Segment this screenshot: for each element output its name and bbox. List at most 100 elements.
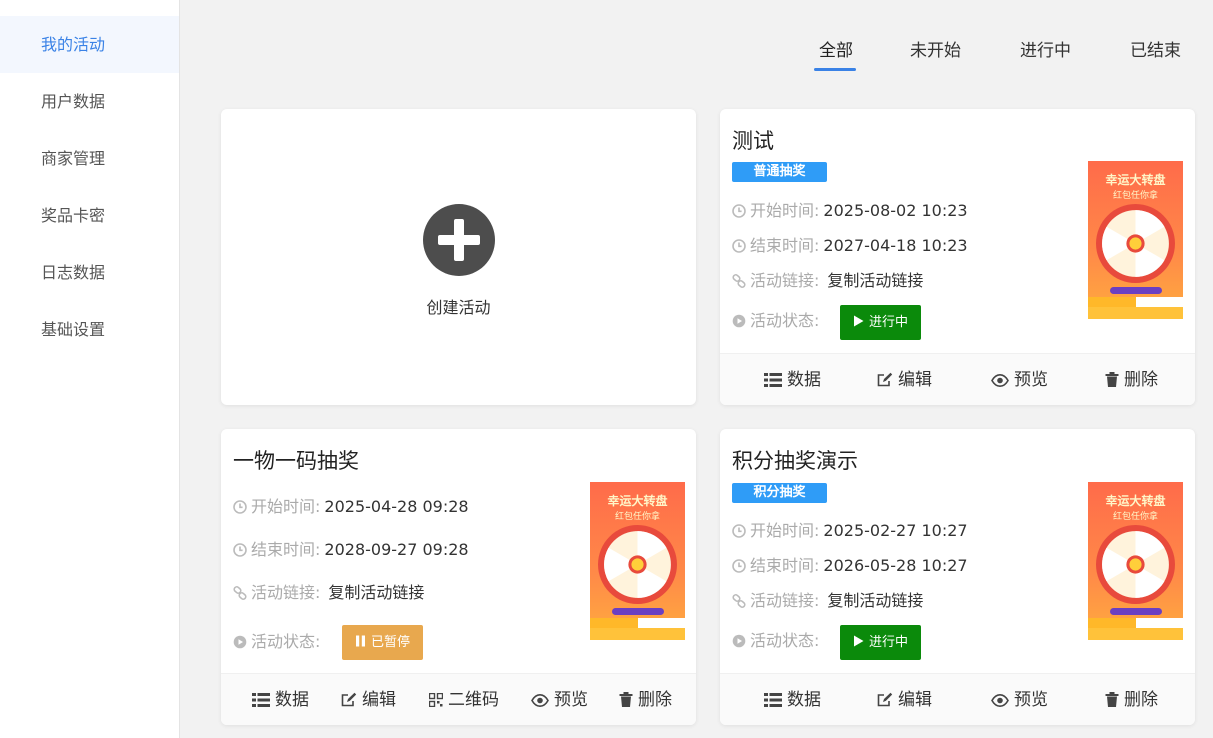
pause-icon [356, 635, 365, 647]
trash-icon [1105, 372, 1119, 387]
clock-icon [732, 239, 746, 253]
status-running-button[interactable]: 进行中 [840, 305, 922, 340]
end-time-value: 2026-05-28 10:27 [823, 556, 968, 575]
activity-link-label: 活动链接: [750, 591, 820, 610]
start-time-label: 开始时间: [750, 201, 820, 220]
qrcode-button[interactable]: 二维码 [429, 674, 499, 725]
thumbnail-title: 幸运大转盘 [1105, 494, 1166, 508]
trash-icon [619, 692, 633, 707]
tab-active-indicator [814, 68, 856, 71]
activity-link-row: 活动链接: 复制活动链接 [732, 269, 923, 293]
thumbnail-subtitle: 红包任你拿 [1112, 512, 1158, 522]
activity-status-row: 活动状态: [732, 309, 819, 333]
clock-icon [233, 500, 247, 514]
start-time-value: 2025-08-02 10:23 [823, 201, 968, 220]
copy-link-button[interactable]: 复制活动链接 [827, 271, 923, 290]
qrcode-icon [429, 693, 443, 707]
end-time-row: 结束时间: 2028-09-27 09:28 [233, 538, 469, 562]
thumbnail-subtitle: 红包任你拿 [614, 512, 660, 522]
clock-icon [732, 204, 746, 218]
sidebar: 我的活动 用户数据 商家管理 奖品卡密 日志数据 基础设置 [0, 0, 180, 738]
edit-button[interactable]: 编辑 [877, 354, 932, 405]
tab-in-progress[interactable]: 进行中 [1020, 36, 1071, 61]
card-footer: 数据 编辑 预览 删除 [720, 353, 1195, 405]
sidebar-item-my-activities[interactable]: 我的活动 [0, 16, 179, 73]
sidebar-item-basic-settings[interactable]: 基础设置 [0, 301, 179, 358]
tab-not-started[interactable]: 未开始 [910, 36, 961, 61]
start-time-value: 2025-02-27 10:27 [823, 521, 968, 540]
prize-wheel-icon [1096, 204, 1175, 283]
data-button[interactable]: 数据 [764, 674, 821, 725]
end-time-label: 结束时间: [750, 236, 820, 255]
activity-card: 测试 普通抽奖 开始时间: 2025-08-02 10:23 结束时间: 2027-… [720, 109, 1195, 405]
start-time-label: 开始时间: [251, 497, 321, 516]
edit-icon [877, 372, 893, 387]
start-time-row: 开始时间: 2025-02-27 10:27 [732, 519, 968, 543]
link-icon [732, 274, 746, 288]
lottery-type-badge: 普通抽奖 [732, 162, 827, 182]
status-paused-button[interactable]: 已暂停 [342, 625, 424, 660]
edit-button[interactable]: 编辑 [341, 674, 396, 725]
delete-button[interactable]: 删除 [1105, 354, 1158, 405]
edit-icon [877, 692, 893, 707]
activity-status-label: 活动状态: [750, 311, 820, 330]
activity-title: 测试 [732, 129, 774, 153]
clock-icon [233, 543, 247, 557]
start-time-value: 2025-04-28 09:28 [324, 497, 469, 516]
edit-button[interactable]: 编辑 [877, 674, 932, 725]
end-time-value: 2027-04-18 10:23 [823, 236, 968, 255]
activity-status-label: 活动状态: [750, 631, 820, 650]
start-time-label: 开始时间: [750, 521, 820, 540]
eye-icon [531, 694, 549, 707]
activity-card: 积分抽奖演示 积分抽奖 开始时间: 2025-02-27 10:27 结束时间: 2… [720, 429, 1195, 725]
tab-all[interactable]: 全部 [819, 36, 853, 61]
start-time-row: 开始时间: 2025-04-28 09:28 [233, 495, 469, 519]
activity-card: 一物一码抽奖 开始时间: 2025-04-28 09:28 结束时间: 2028-0… [221, 429, 696, 725]
plus-icon[interactable] [423, 204, 495, 276]
clock-icon [732, 524, 746, 538]
play-circle-icon [732, 314, 746, 328]
preview-button[interactable]: 预览 [991, 674, 1048, 725]
eye-icon [991, 694, 1009, 707]
status-text: 进行中 [869, 315, 909, 330]
activity-thumbnail[interactable]: 幸运大转盘 红包任你拿 [590, 482, 685, 650]
copy-link-button[interactable]: 复制活动链接 [827, 591, 923, 610]
end-time-label: 结束时间: [251, 540, 321, 559]
activity-thumbnail[interactable]: 幸运大转盘 红包任你拿 [1088, 161, 1183, 329]
sidebar-item-prize-cards[interactable]: 奖品卡密 [0, 187, 179, 244]
play-circle-icon [732, 634, 746, 648]
list-icon [252, 693, 270, 707]
data-button[interactable]: 数据 [764, 354, 821, 405]
link-icon [233, 586, 247, 600]
sidebar-item-log-data[interactable]: 日志数据 [0, 244, 179, 301]
activity-title: 积分抽奖演示 [732, 449, 858, 473]
status-running-button[interactable]: 进行中 [840, 625, 922, 660]
edit-icon [341, 692, 357, 707]
sidebar-item-merchant-management[interactable]: 商家管理 [0, 130, 179, 187]
thumbnail-title: 幸运大转盘 [607, 494, 668, 508]
create-activity-card[interactable]: 创建活动 [221, 109, 696, 405]
link-icon [732, 594, 746, 608]
trash-icon [1105, 692, 1119, 707]
card-footer: 数据 编辑 预览 删除 [720, 673, 1195, 725]
clock-icon [732, 559, 746, 573]
activity-link-row: 活动链接: 复制活动链接 [233, 581, 424, 605]
status-text: 已暂停 [371, 635, 411, 650]
copy-link-button[interactable]: 复制活动链接 [328, 583, 424, 602]
activity-thumbnail[interactable]: 幸运大转盘 红包任你拿 [1088, 482, 1183, 650]
card-footer: 数据 编辑 二维码 预览 删除 [221, 673, 696, 725]
sidebar-item-user-data[interactable]: 用户数据 [0, 73, 179, 130]
end-time-value: 2028-09-27 09:28 [324, 540, 469, 559]
preview-button[interactable]: 预览 [991, 354, 1048, 405]
tab-ended[interactable]: 已结束 [1130, 36, 1181, 61]
end-time-row: 结束时间: 2027-04-18 10:23 [732, 234, 968, 258]
thumbnail-title: 幸运大转盘 [1105, 173, 1166, 187]
delete-button[interactable]: 删除 [619, 674, 672, 725]
lottery-type-badge: 积分抽奖 [732, 483, 827, 503]
data-button[interactable]: 数据 [252, 674, 309, 725]
list-icon [764, 693, 782, 707]
end-time-label: 结束时间: [750, 556, 820, 575]
delete-button[interactable]: 删除 [1105, 674, 1158, 725]
activity-status-row: 活动状态: [732, 629, 819, 653]
preview-button[interactable]: 预览 [531, 674, 588, 725]
